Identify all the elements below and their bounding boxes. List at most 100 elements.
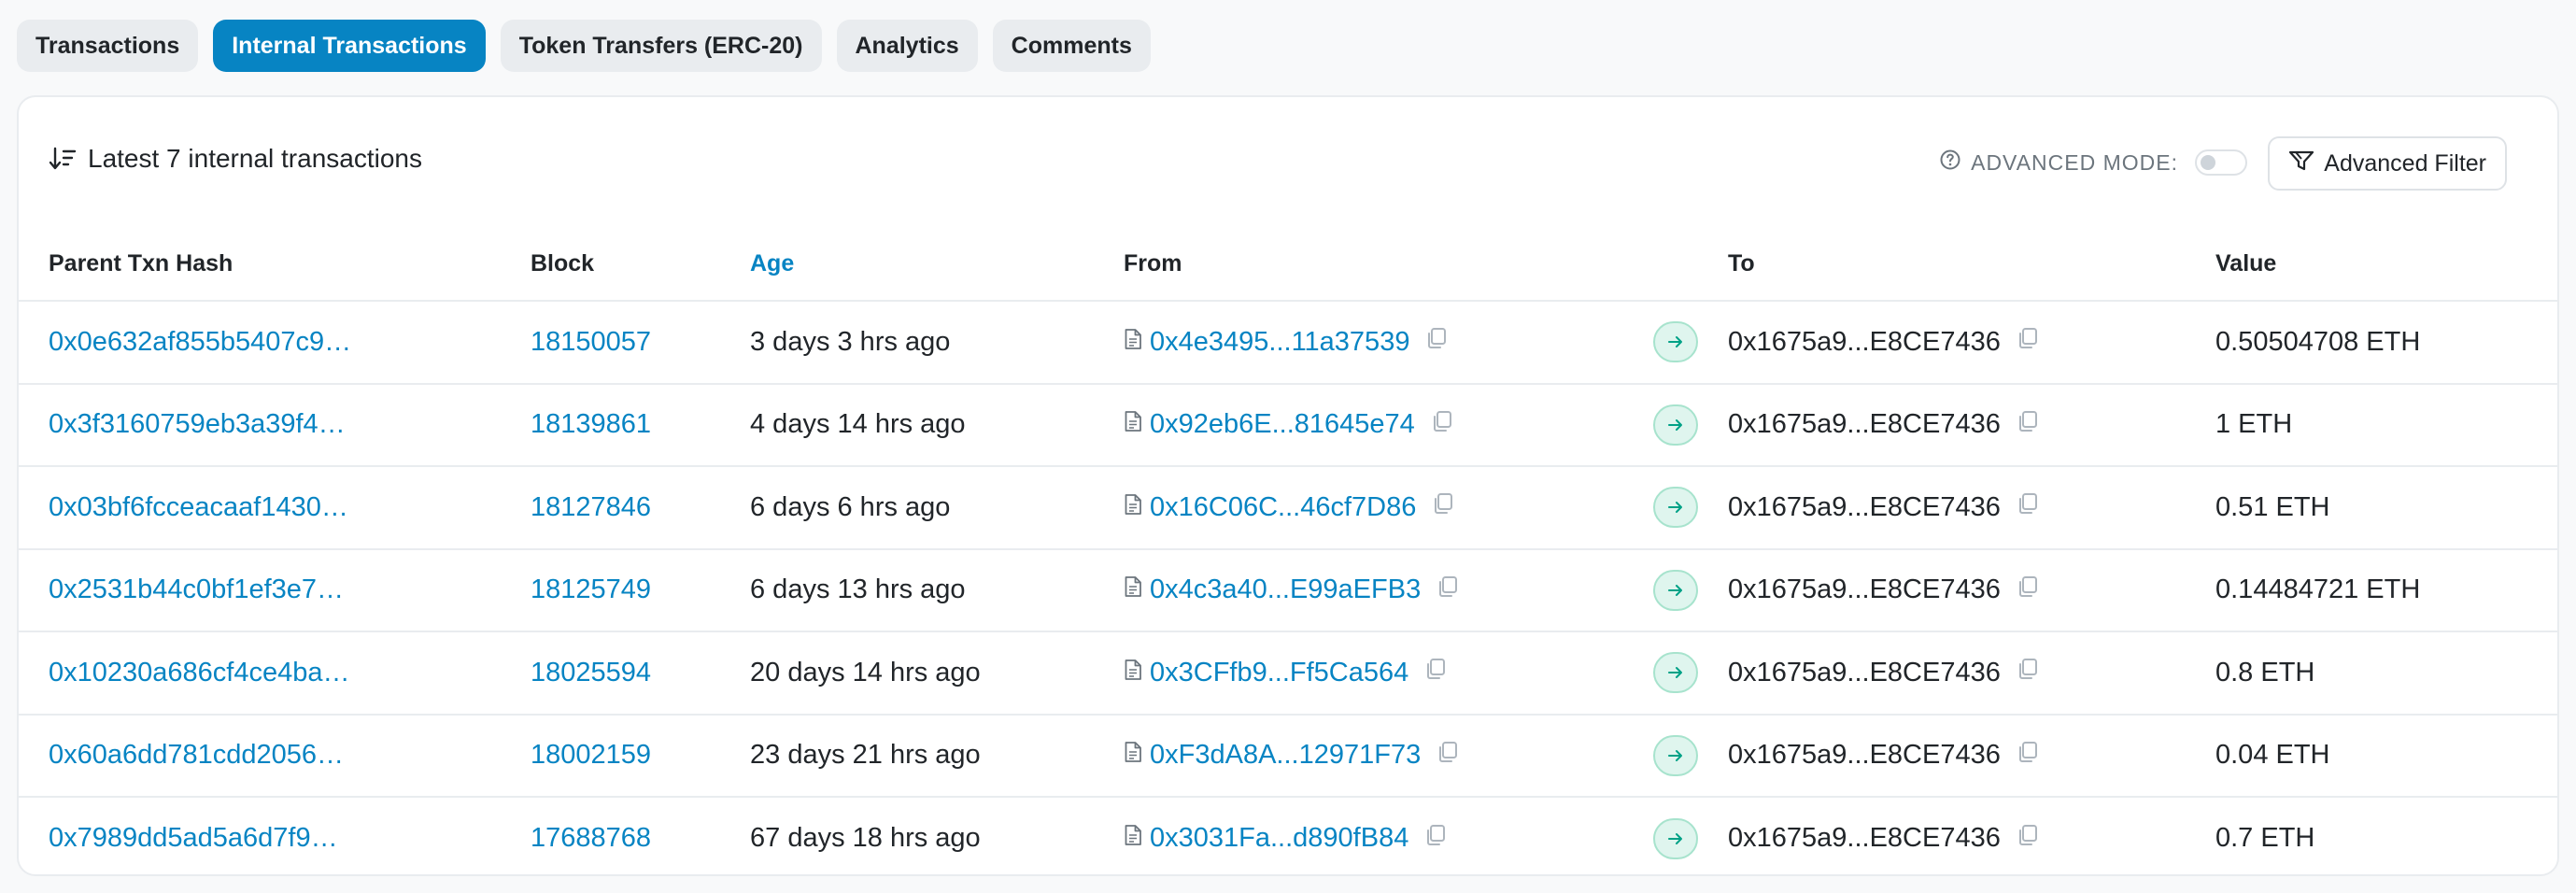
from-address-link[interactable]: 0x3031Fa...d890fB84 [1150,823,1408,854]
from-cell: 0x3031Fa...d890fB84 [1124,823,1653,855]
copy-icon[interactable] [1431,491,1455,523]
from-cell: 0x16C06C...46cf7D86 [1124,491,1653,523]
tab-bar: Transactions Internal Transactions Token… [17,20,1151,72]
card-title: Latest 7 internal transactions [49,144,422,174]
advanced-filter-button[interactable]: Advanced Filter [2268,136,2507,191]
copy-icon[interactable] [2016,574,2040,606]
column-header-to: To [1728,228,2215,302]
table-header-row: Parent Txn Hash Block Age From To Value [19,228,2557,302]
value-text: 0.14484721 ETH [2215,574,2421,605]
tab-transactions[interactable]: Transactions [17,20,199,72]
from-address-link[interactable]: 0x16C06C...46cf7D86 [1150,492,1416,523]
from-address-link[interactable]: 0x3CFfb9...Ff5Ca564 [1150,658,1408,688]
from-cell: 0x3CFfb9...Ff5Ca564 [1124,657,1653,688]
value-text: 0.50504708 ETH [2215,326,2421,357]
copy-icon[interactable] [1430,409,1454,441]
parent-txn-hash-link[interactable]: 0x3f3160759eb3a39f4… [49,409,346,439]
to-address-text: 0x1675a9...E8CE7436 [1728,491,2001,522]
to-cell: 0x1675a9...E8CE7436 [1728,326,2215,358]
value-text: 1 ETH [2215,409,2293,440]
copy-icon[interactable] [2016,326,2040,358]
parent-txn-hash-link[interactable]: 0x0e632af855b5407c9… [49,327,351,357]
copy-icon[interactable] [1423,823,1448,855]
age-text: 67 days 18 hrs ago [750,823,981,854]
copy-icon[interactable] [2016,491,2040,523]
internal-transactions-table: Parent Txn Hash Block Age From To Value … [19,228,2557,874]
tab-token-transfers[interactable]: Token Transfers (ERC-20) [500,20,822,72]
card-header: Latest 7 internal transactions ADVANCED … [19,97,2557,228]
advanced-mode: ADVANCED MODE: [1939,149,2247,177]
from-address-link[interactable]: 0xF3dA8A...12971F73 [1150,740,1421,771]
parent-txn-hash-link[interactable]: 0x10230a686cf4ce4ba… [49,658,349,687]
parent-txn-hash-link[interactable]: 0x7989dd5ad5a6d7f9… [49,823,338,853]
block-link[interactable]: 18125749 [531,574,651,604]
table-row: 0x0e632af855b5407c9… 18150057 3 days 3 h… [19,301,2557,385]
parent-txn-hash-link[interactable]: 0x2531b44c0bf1ef3e7… [49,574,344,604]
table-row: 0x03bf6fcceacaaf1430… 18127846 6 days 6 … [19,466,2557,550]
from-cell: 0xF3dA8A...12971F73 [1124,740,1653,772]
from-address-link[interactable]: 0x4e3495...11a37539 [1150,327,1409,358]
to-cell: 0x1675a9...E8CE7436 [1728,574,2215,606]
column-header-block: Block [531,228,750,302]
parent-txn-hash-link[interactable]: 0x60a6dd781cdd2056… [49,740,344,770]
filter-icon [2288,149,2314,178]
from-address-link[interactable]: 0x4c3a40...E99aEFB3 [1150,574,1421,605]
value-text: 0.04 ETH [2215,740,2330,771]
column-header-value: Value [2215,228,2557,302]
contract-document-icon [1124,658,1142,688]
to-address-text: 0x1675a9...E8CE7436 [1728,409,2001,440]
sort-descending-icon [49,146,77,172]
advanced-filter-label: Advanced Filter [2324,149,2486,177]
copy-icon[interactable] [2016,657,2040,688]
block-link[interactable]: 18150057 [531,327,651,357]
copy-icon[interactable] [1424,326,1449,358]
arrow-right-icon [1653,487,1698,529]
copy-icon[interactable] [2016,823,2040,855]
from-cell: 0x92eb6E...81645e74 [1124,409,1653,441]
from-address-link[interactable]: 0x92eb6E...81645e74 [1150,409,1415,440]
copy-icon[interactable] [1436,574,1460,606]
arrow-right-icon [1653,321,1698,363]
age-text: 6 days 6 hrs ago [750,491,951,522]
question-circle-icon[interactable] [1939,149,1961,177]
value-text: 0.51 ETH [2215,491,2330,522]
arrow-right-icon [1653,404,1698,446]
column-header-from: From [1124,228,1653,302]
copy-icon[interactable] [2016,740,2040,772]
copy-icon[interactable] [1436,740,1460,772]
block-link[interactable]: 18139861 [531,409,651,439]
contract-document-icon [1124,740,1142,771]
contract-document-icon [1124,409,1142,440]
block-link[interactable]: 18002159 [531,740,651,770]
tab-analytics[interactable]: Analytics [836,20,978,72]
tab-internal-transactions[interactable]: Internal Transactions [213,20,486,72]
from-cell: 0x4c3a40...E99aEFB3 [1124,574,1653,606]
block-link[interactable]: 17688768 [531,823,651,853]
column-header-age[interactable]: Age [750,228,1124,302]
table-row: 0x10230a686cf4ce4ba… 18025594 20 days 14… [19,631,2557,716]
advanced-mode-toggle[interactable] [2195,149,2247,176]
to-cell: 0x1675a9...E8CE7436 [1728,491,2215,523]
age-text: 4 days 14 hrs ago [750,409,966,440]
copy-icon[interactable] [1423,657,1448,688]
block-link[interactable]: 18127846 [531,492,651,522]
to-address-text: 0x1675a9...E8CE7436 [1728,574,2001,605]
block-link[interactable]: 18025594 [531,658,651,687]
contract-document-icon [1124,823,1142,854]
age-text: 3 days 3 hrs ago [750,326,951,357]
tab-comments[interactable]: Comments [992,20,1151,72]
column-header-hash: Parent Txn Hash [19,228,531,302]
to-address-text: 0x1675a9...E8CE7436 [1728,326,2001,357]
to-cell: 0x1675a9...E8CE7436 [1728,657,2215,688]
value-text: 0.7 ETH [2215,823,2315,854]
to-cell: 0x1675a9...E8CE7436 [1728,740,2215,772]
arrow-right-icon [1653,817,1698,859]
copy-icon[interactable] [2016,409,2040,441]
parent-txn-hash-link[interactable]: 0x03bf6fcceacaaf1430… [49,492,348,522]
age-text: 20 days 14 hrs ago [750,657,981,687]
card-title-text: Latest 7 internal transactions [88,144,422,173]
contract-document-icon [1124,492,1142,523]
arrow-right-icon [1653,569,1698,611]
table-row: 0x60a6dd781cdd2056… 18002159 23 days 21 … [19,714,2557,798]
column-header-direction [1653,228,1728,302]
